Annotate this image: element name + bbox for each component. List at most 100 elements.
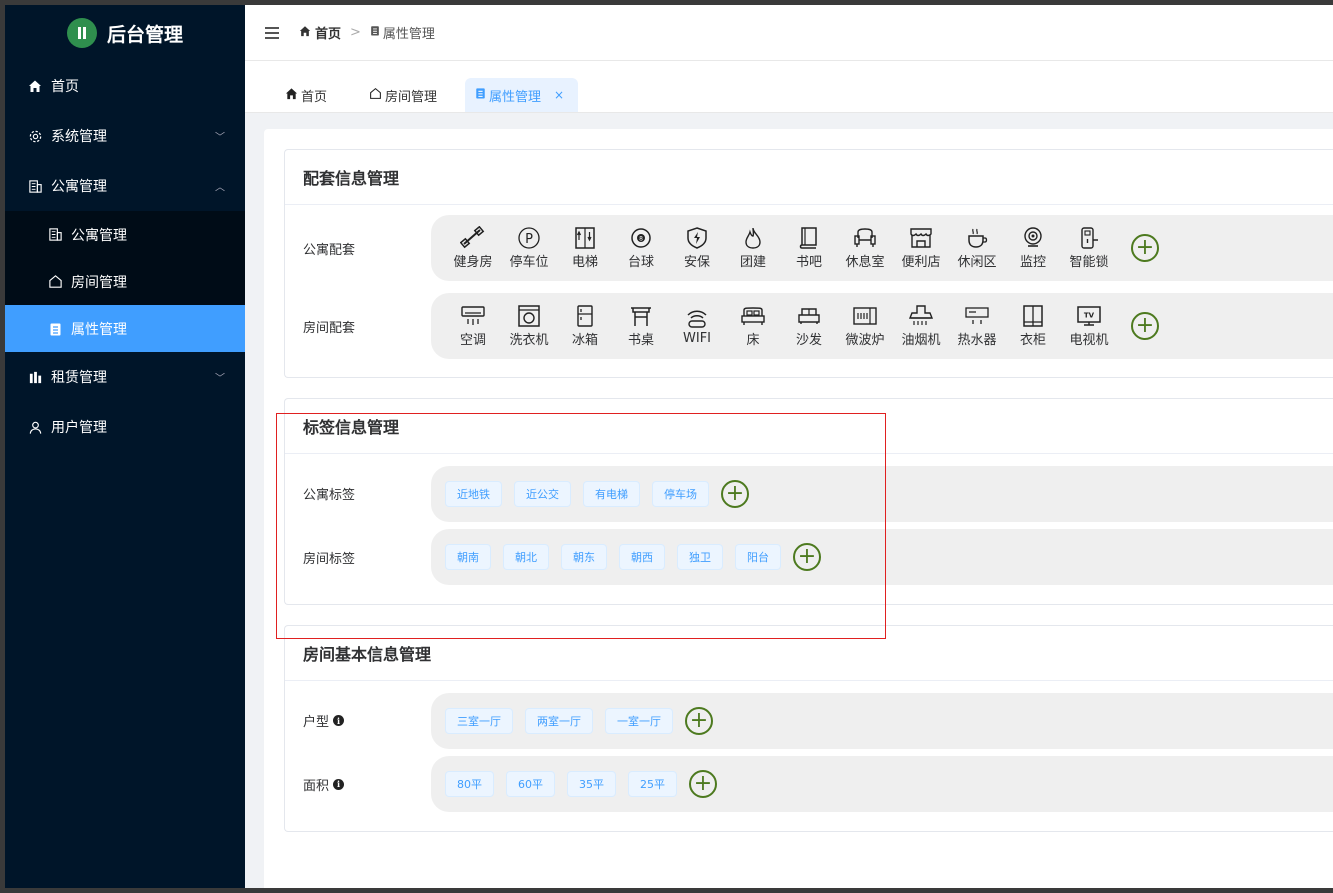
facility-item[interactable]: P 停车位 — [501, 226, 557, 270]
facility-item[interactable]: 洗衣机 — [501, 304, 557, 348]
home-icon — [299, 25, 311, 41]
facility-item[interactable]: 健身房 — [445, 226, 501, 270]
row-label: 房间标签 — [303, 551, 356, 567]
tag[interactable]: 朝东 — [561, 544, 607, 570]
tag[interactable]: 两室一厅 — [525, 707, 593, 734]
facility-item[interactable]: 休息室 — [837, 226, 893, 270]
facility-label: 沙发 — [795, 333, 822, 348]
facility-item[interactable]: TV 电视机 — [1061, 304, 1117, 348]
tag[interactable]: 三室一厅 — [445, 707, 513, 734]
tag[interactable]: 阳台 — [735, 544, 781, 570]
sidebar-subitem-attribute[interactable]: 属性管理 — [5, 305, 245, 352]
sofa-icon — [854, 228, 876, 247]
facility-item[interactable]: 安保 — [669, 226, 725, 270]
lock-icon — [1081, 227, 1098, 249]
washer-icon — [518, 305, 540, 327]
area-row: 面积 i 80平 60平 35平 25平 + — [285, 756, 1333, 831]
submenu-apartment: 公寓管理 房间管理 属性管理 — [5, 211, 245, 352]
facility-item[interactable]: 智能锁 — [1061, 226, 1117, 270]
home-icon — [27, 78, 43, 94]
content-panel: 配套信息管理 公寓配套 健身房 P 停车位 电梯 8 台球 安保 团建 书吧 休息室 — [264, 129, 1333, 888]
add-room-facility-button[interactable]: + — [1131, 312, 1159, 340]
sidebar-item-lease[interactable]: 租赁管理 ﹀ — [5, 352, 245, 402]
facility-item[interactable]: 热水器 — [949, 304, 1005, 348]
facility-item[interactable]: 书吧 — [781, 226, 837, 270]
facility-label: 空调 — [459, 333, 486, 348]
tag[interactable]: 朝南 — [445, 544, 491, 570]
facility-item[interactable]: 便利店 — [893, 226, 949, 270]
air-conditioner-icon — [461, 306, 485, 325]
facility-label: 健身房 — [453, 255, 493, 270]
sidebar-item-user[interactable]: 用户管理 — [5, 402, 245, 452]
tab-room[interactable]: 房间管理 — [359, 78, 447, 112]
facility-label: 休息室 — [845, 255, 885, 270]
tab-home[interactable]: 首页 — [275, 78, 337, 112]
sidebar-item-label: 房间管理 — [71, 274, 127, 291]
tag[interactable]: 35平 — [567, 771, 616, 797]
clipboard-icon — [47, 321, 63, 337]
tab-attribute[interactable]: 属性管理 × — [465, 78, 579, 112]
room-facility-row: 房间配套 空调 洗衣机 冰箱 书桌 WIFI 床 沙发 微波炉 油烟机 热水器 — [285, 291, 1333, 377]
tag[interactable]: 60平 — [506, 771, 555, 797]
facility-item[interactable]: 油烟机 — [893, 304, 949, 348]
facility-item[interactable]: 监控 — [1005, 226, 1061, 270]
facility-item[interactable]: 冰箱 — [557, 304, 613, 348]
area-list: 80平 60平 35平 25平 + — [431, 756, 1333, 812]
microwave-icon — [853, 307, 877, 325]
wardrobe-icon — [1023, 305, 1043, 327]
gear-icon — [27, 128, 43, 144]
row-label: 房间配套 — [303, 320, 356, 336]
facility-item[interactable]: 电梯 — [557, 226, 613, 270]
facility-item[interactable]: 团建 — [725, 226, 781, 270]
facility-item[interactable]: WIFI — [669, 306, 725, 346]
chart-icon — [27, 369, 43, 385]
tag[interactable]: 一室一厅 — [605, 707, 673, 734]
tag[interactable]: 停车场 — [652, 480, 709, 507]
info-icon[interactable]: i — [333, 778, 345, 790]
tag[interactable]: 朝西 — [619, 544, 665, 570]
facility-item[interactable]: 空调 — [445, 304, 501, 348]
svg-text:8: 8 — [639, 236, 643, 243]
sidebar-item-system[interactable]: 系统管理 ﹀ — [5, 111, 245, 161]
facility-item[interactable]: 休闲区 — [949, 226, 1005, 270]
add-area-button[interactable]: + — [689, 770, 717, 798]
svg-text:P: P — [525, 232, 533, 247]
chevron-up-icon: ︿ — [215, 182, 225, 194]
tag[interactable]: 近公交 — [514, 480, 571, 507]
tv-icon: TV — [1077, 306, 1101, 326]
breadcrumb-home[interactable]: 首页 — [315, 23, 341, 42]
facility-item[interactable]: 衣柜 — [1005, 304, 1061, 348]
tag[interactable]: 25平 — [628, 771, 677, 797]
add-room-type-button[interactable]: + — [685, 706, 713, 735]
sidebar-item-apartment[interactable]: 公寓管理 ︿ — [5, 161, 245, 211]
facility-item[interactable]: 微波炉 — [837, 304, 893, 348]
facility-item[interactable]: 8 台球 — [613, 226, 669, 270]
tag[interactable]: 近地铁 — [445, 480, 502, 507]
close-icon[interactable]: × — [554, 88, 564, 102]
bed-icon — [741, 307, 765, 325]
app-title: 后台管理 — [106, 23, 183, 46]
row-label: 公寓配套 — [303, 242, 356, 258]
sidebar: 后台管理 首页 系统管理 ﹀ 公寓管理 ︿ 公寓管理 房间管理 属性管理 租赁管… — [5, 5, 245, 888]
tag[interactable]: 80平 — [445, 771, 494, 797]
add-apartment-facility-button[interactable]: + — [1131, 234, 1159, 262]
facility-item[interactable]: 沙发 — [781, 304, 837, 348]
tag[interactable]: 朝北 — [503, 544, 549, 570]
facility-label: 书吧 — [795, 255, 822, 270]
breadcrumb: 首页 > 属性管理 — [299, 23, 435, 42]
sidebar-item-home[interactable]: 首页 — [5, 61, 245, 111]
menu-toggle-icon[interactable] — [265, 26, 279, 39]
sidebar-subitem-apartment[interactable]: 公寓管理 — [5, 211, 245, 258]
add-room-tag-button[interactable]: + — [793, 543, 821, 571]
facility-label: 休闲区 — [957, 255, 997, 270]
facility-item[interactable]: 书桌 — [613, 304, 669, 348]
add-apartment-tag-button[interactable]: + — [721, 479, 749, 508]
tag[interactable]: 有电梯 — [583, 480, 640, 507]
info-icon[interactable]: i — [333, 715, 345, 726]
tag[interactable]: 独卫 — [677, 544, 723, 570]
sidebar-subitem-room[interactable]: 房间管理 — [5, 258, 245, 305]
breadcrumb-current: 属性管理 — [382, 27, 435, 42]
facility-item[interactable]: 床 — [725, 304, 781, 348]
facility-label: 电梯 — [571, 255, 598, 270]
app-window: 后台管理 首页 系统管理 ﹀ 公寓管理 ︿ 公寓管理 房间管理 属性管理 租赁管… — [5, 5, 1333, 888]
